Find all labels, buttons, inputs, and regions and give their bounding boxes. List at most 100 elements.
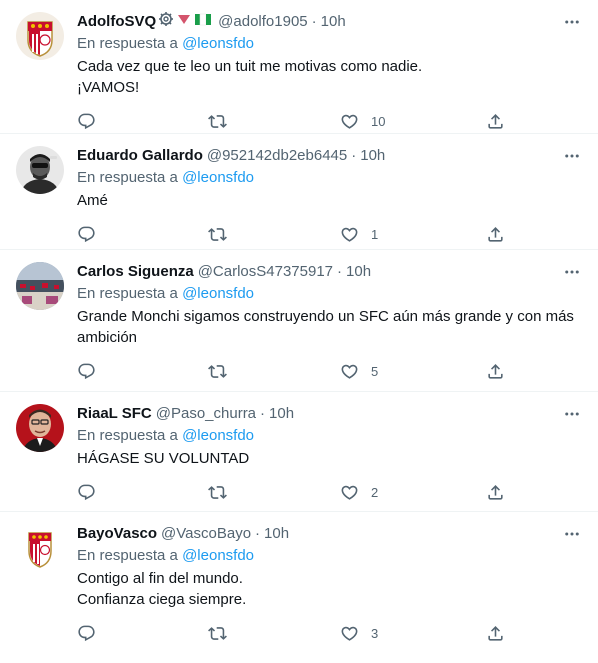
like-button[interactable]: 1 <box>340 225 486 244</box>
share-button[interactable] <box>486 624 505 643</box>
reply-icon <box>77 483 96 502</box>
reply-prefix: En respuesta a <box>77 547 178 564</box>
retweet-button[interactable] <box>208 225 340 244</box>
more-options-button[interactable] <box>562 146 582 166</box>
timestamp[interactable]: 10h <box>360 146 385 166</box>
handle[interactable]: @CarlosS47375917 <box>198 262 333 282</box>
avatar[interactable] <box>16 12 64 60</box>
retweet-icon <box>208 362 227 381</box>
tweet-text: HÁGASE SU VOLUNTAD <box>77 450 250 467</box>
tweet[interactable]: BayoVasco @VascoBayo · 10h En respuesta … <box>0 512 598 663</box>
reply-prefix: En respuesta a <box>77 285 178 302</box>
reply-prefix: En respuesta a <box>77 169 178 186</box>
share-button[interactable] <box>486 362 505 381</box>
reply-context: En respuesta a @leonsfdo <box>77 34 582 54</box>
display-name[interactable]: Eduardo Gallardo <box>77 146 203 166</box>
display-name[interactable]: Carlos Siguenza <box>77 262 194 282</box>
replies-feed: AdolfoSVQ @adolfo1905 · 10h En respuesta… <box>0 0 598 663</box>
like-button[interactable]: 2 <box>340 483 486 502</box>
like-button[interactable]: 10 <box>340 112 486 131</box>
mention-link[interactable]: @leonsfdo <box>182 427 254 444</box>
more-options-button[interactable] <box>562 524 582 544</box>
separator-dot: · <box>337 263 343 280</box>
display-name[interactable]: BayoVasco <box>77 524 157 544</box>
more-horizontal-icon <box>565 412 579 416</box>
like-count: 3 <box>371 625 379 641</box>
tweet-header: BayoVasco @VascoBayo · 10h <box>77 524 582 544</box>
reply-button[interactable] <box>77 362 208 381</box>
like-count: 1 <box>371 226 379 242</box>
sevilla-crest-avatar <box>16 12 64 60</box>
heart-icon <box>340 362 359 381</box>
tweet-actions: 5 <box>77 354 582 394</box>
retweet-button[interactable] <box>208 624 340 643</box>
heart-icon <box>340 225 359 244</box>
mention-link[interactable]: @leonsfdo <box>182 547 254 564</box>
reply-context: En respuesta a @leonsfdo <box>77 168 582 188</box>
avatar[interactable] <box>16 404 64 452</box>
share-icon <box>486 624 505 643</box>
retweet-button[interactable] <box>208 362 340 381</box>
separator-dot: · <box>351 147 357 164</box>
nigeria-flag-emoji-icon <box>194 11 212 33</box>
like-count: 2 <box>371 484 379 500</box>
tweet[interactable]: AdolfoSVQ @adolfo1905 · 10h En respuesta… <box>0 0 598 134</box>
mention-link[interactable]: @leonsfdo <box>182 285 254 302</box>
handle[interactable]: @adolfo1905 <box>218 12 307 32</box>
tweet-text: Grande Monchi sigamos construyendo un SF… <box>77 308 579 346</box>
mention-link[interactable]: @leonsfdo <box>182 35 254 52</box>
timestamp[interactable]: 10h <box>346 262 371 282</box>
reply-button[interactable] <box>77 112 208 131</box>
reply-context: En respuesta a @leonsfdo <box>77 284 582 304</box>
more-options-button[interactable] <box>562 12 582 32</box>
share-icon <box>486 483 505 502</box>
separator-dot: · <box>260 405 266 422</box>
reply-button[interactable] <box>77 624 208 643</box>
avatar[interactable] <box>16 146 64 194</box>
like-count: 5 <box>371 363 379 379</box>
retweet-icon <box>208 624 227 643</box>
separator-dot: · <box>311 13 317 30</box>
display-name[interactable]: AdolfoSVQ <box>77 12 156 32</box>
reply-prefix: En respuesta a <box>77 427 178 444</box>
more-horizontal-icon <box>565 20 579 24</box>
heart-icon <box>340 624 359 643</box>
handle[interactable]: @Paso_churra <box>156 404 256 424</box>
more-horizontal-icon <box>565 154 579 158</box>
avatar[interactable] <box>16 262 64 310</box>
reply-prefix: En respuesta a <box>77 35 178 52</box>
display-name[interactable]: RiaaL SFC <box>77 404 152 424</box>
like-button[interactable]: 5 <box>340 362 486 381</box>
tweet-actions: 2 <box>77 475 582 515</box>
reply-button[interactable] <box>77 225 208 244</box>
timestamp[interactable]: 10h <box>269 404 294 424</box>
more-options-button[interactable] <box>562 404 582 424</box>
tweet-header: RiaaL SFC @Paso_churra · 10h <box>77 404 582 424</box>
tweet[interactable]: Carlos Siguenza @CarlosS47375917 · 10h E… <box>0 250 598 392</box>
more-horizontal-icon <box>565 532 579 536</box>
avatar[interactable] <box>16 524 64 572</box>
retweet-button[interactable] <box>208 483 340 502</box>
reply-button[interactable] <box>77 483 208 502</box>
share-button[interactable] <box>486 225 505 244</box>
timestamp[interactable]: 10h <box>264 524 289 544</box>
tweet-actions: 3 <box>77 616 582 656</box>
handle[interactable]: @952142db2eb6445 <box>207 146 347 166</box>
retweet-button[interactable] <box>208 112 340 131</box>
name-badges <box>158 11 214 33</box>
tweet[interactable]: RiaaL SFC @Paso_churra · 10h En respuest… <box>0 392 598 512</box>
tweet-header: Eduardo Gallardo @952142db2eb6445 · 10h <box>77 146 582 166</box>
heart-icon <box>340 483 359 502</box>
tweet-text: Contigo al fin del mundo. Confianza cieg… <box>77 570 247 608</box>
share-button[interactable] <box>486 483 505 502</box>
retweet-icon <box>208 112 227 131</box>
handle[interactable]: @VascoBayo <box>161 524 251 544</box>
tweet[interactable]: Eduardo Gallardo @952142db2eb6445 · 10h … <box>0 134 598 250</box>
share-button[interactable] <box>486 112 505 131</box>
tweet-header: AdolfoSVQ @adolfo1905 · 10h <box>77 12 582 32</box>
gear-emoji-icon <box>158 11 174 33</box>
mention-link[interactable]: @leonsfdo <box>182 169 254 186</box>
timestamp[interactable]: 10h <box>321 12 346 32</box>
like-button[interactable]: 3 <box>340 624 486 643</box>
more-options-button[interactable] <box>562 262 582 282</box>
